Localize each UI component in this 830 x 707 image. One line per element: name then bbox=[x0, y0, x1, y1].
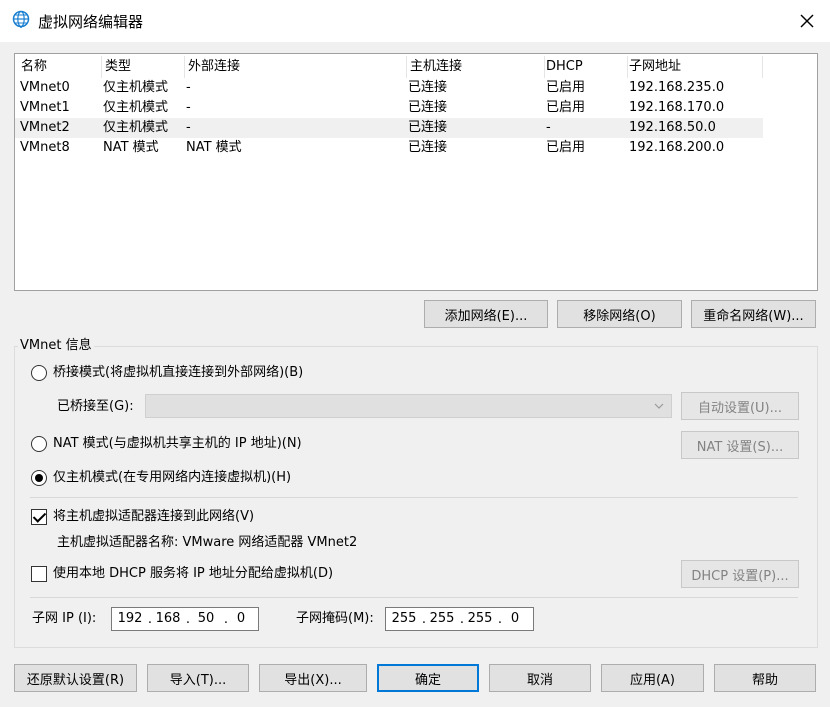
dhcp-checkbox[interactable] bbox=[31, 566, 47, 582]
close-button[interactable] bbox=[784, 0, 830, 42]
apply-button[interactable]: 应用(A) bbox=[601, 664, 704, 692]
column-header-dhcp[interactable]: DHCP bbox=[545, 56, 628, 78]
separator bbox=[30, 597, 798, 598]
cell-type: 仅主机模式 bbox=[103, 100, 169, 115]
cell-dhcp: 已启用 bbox=[546, 100, 586, 115]
ip-dot: . bbox=[147, 612, 153, 627]
subnet-mask-octet-1[interactable]: 255 bbox=[390, 608, 418, 630]
column-header-type[interactable]: 类型 bbox=[102, 56, 185, 78]
nat-mode-radio[interactable] bbox=[31, 436, 47, 452]
globe-icon bbox=[12, 10, 30, 28]
subnet-ip-octet-4[interactable]: 0 bbox=[227, 608, 255, 630]
bridged-to-select[interactable] bbox=[145, 394, 672, 418]
nat-mode-label[interactable]: NAT 模式(与虚拟机共享主机的 IP 地址)(N) bbox=[53, 435, 302, 453]
title-bar: 虚拟网络编辑器 bbox=[0, 0, 830, 42]
cell-name: VMnet8 bbox=[20, 140, 70, 155]
cell-type: 仅主机模式 bbox=[103, 80, 169, 95]
cell-external: NAT 模式 bbox=[186, 140, 242, 155]
cell-name: VMnet0 bbox=[20, 80, 70, 95]
ok-button[interactable]: 确定 bbox=[377, 664, 479, 692]
cell-name: VMnet2 bbox=[20, 120, 70, 135]
subnet-mask-input[interactable]: 255 . 255 . 255 . 0 bbox=[385, 607, 534, 631]
adapter-name-text: 主机虚拟适配器名称: VMware 网络适配器 VMnet2 bbox=[57, 535, 358, 550]
subnet-mask-octet-3[interactable]: 255 bbox=[466, 608, 494, 630]
nat-settings-button[interactable]: NAT 设置(S)... bbox=[681, 431, 799, 459]
column-header-external[interactable]: 外部连接 bbox=[185, 56, 407, 78]
dhcp-label[interactable]: 使用本地 DHCP 服务将 IP 地址分配给虚拟机(D) bbox=[53, 565, 333, 583]
rename-network-button[interactable]: 重命名网络(W)... bbox=[691, 300, 816, 328]
close-icon bbox=[800, 14, 814, 28]
auto-settings-button[interactable]: 自动设置(U)... bbox=[681, 392, 799, 420]
cell-host: 已连接 bbox=[408, 80, 448, 95]
column-header-name[interactable]: 名称 bbox=[15, 56, 102, 78]
subnet-mask-octet-2[interactable]: 255 bbox=[428, 608, 456, 630]
vmnet-info-title: VMnet 信息 bbox=[18, 338, 94, 354]
cell-external: - bbox=[186, 80, 191, 95]
connect-adapter-label[interactable]: 将主机虚拟适配器连接到此网络(V) bbox=[53, 508, 254, 526]
table-row[interactable]: VMnet8 NAT 模式 NAT 模式 已连接 已启用 192.168.200… bbox=[15, 138, 763, 158]
hostonly-mode-label[interactable]: 仅主机模式(在专用网络内连接虚拟机)(H) bbox=[53, 469, 291, 487]
cancel-button[interactable]: 取消 bbox=[489, 664, 591, 692]
cell-host: 已连接 bbox=[408, 140, 448, 155]
subnet-ip-octet-1[interactable]: 192 bbox=[116, 608, 144, 630]
bridged-mode-label[interactable]: 桥接模式(将虚拟机直接连接到外部网络)(B) bbox=[53, 364, 303, 382]
network-list[interactable]: 名称 类型 外部连接 主机连接 DHCP 子网地址 VMnet0 仅主机模式 -… bbox=[14, 53, 818, 291]
cell-type: 仅主机模式 bbox=[103, 120, 169, 135]
cell-host: 已连接 bbox=[408, 100, 448, 115]
cell-subnet: 192.168.200.0 bbox=[629, 140, 725, 155]
separator bbox=[30, 497, 798, 498]
cell-dhcp: 已启用 bbox=[546, 80, 586, 95]
hostonly-mode-radio[interactable] bbox=[31, 470, 47, 486]
cell-subnet: 192.168.235.0 bbox=[629, 80, 725, 95]
dhcp-settings-button[interactable]: DHCP 设置(P)... bbox=[681, 560, 799, 588]
cell-type: NAT 模式 bbox=[103, 140, 159, 155]
cell-external: - bbox=[186, 120, 191, 135]
cell-dhcp: - bbox=[546, 120, 551, 135]
subnet-mask-label: 子网掩码(M): bbox=[296, 611, 374, 626]
table-row[interactable]: VMnet1 仅主机模式 - 已连接 已启用 192.168.170.0 bbox=[15, 98, 763, 118]
cell-external: - bbox=[186, 100, 191, 115]
cell-host: 已连接 bbox=[408, 120, 448, 135]
cell-subnet: 192.168.50.0 bbox=[629, 120, 716, 135]
cell-subnet: 192.168.170.0 bbox=[629, 100, 725, 115]
table-row[interactable]: VMnet0 仅主机模式 - 已连接 已启用 192.168.235.0 bbox=[15, 78, 763, 98]
subnet-ip-octet-3[interactable]: 50 bbox=[192, 608, 220, 630]
subnet-mask-octet-4[interactable]: 0 bbox=[501, 608, 529, 630]
connect-adapter-checkbox[interactable] bbox=[31, 509, 47, 525]
cell-dhcp: 已启用 bbox=[546, 140, 586, 155]
subnet-ip-label: 子网 IP (I): bbox=[32, 611, 97, 626]
subnet-ip-input[interactable]: 192 . 168 . 50 . 0 bbox=[111, 607, 259, 631]
subnet-ip-octet-2[interactable]: 168 bbox=[154, 608, 182, 630]
ip-dot: . bbox=[421, 612, 427, 627]
table-row-selected[interactable]: VMnet2 仅主机模式 - 已连接 - 192.168.50.0 bbox=[15, 118, 763, 138]
ip-dot: . bbox=[185, 612, 191, 627]
column-header-host[interactable]: 主机连接 bbox=[407, 56, 545, 78]
bridged-to-label: 已桥接至(G): bbox=[57, 399, 134, 414]
import-button[interactable]: 导入(T)... bbox=[147, 664, 249, 692]
chevron-down-icon bbox=[654, 403, 664, 409]
help-button[interactable]: 帮助 bbox=[714, 664, 816, 692]
ip-dot: . bbox=[459, 612, 465, 627]
remove-network-button[interactable]: 移除网络(O) bbox=[557, 300, 682, 328]
window-title: 虚拟网络编辑器 bbox=[38, 13, 144, 31]
restore-defaults-button[interactable]: 还原默认设置(R) bbox=[14, 664, 137, 692]
column-header-subnet[interactable]: 子网地址 bbox=[628, 56, 763, 78]
cell-name: VMnet1 bbox=[20, 100, 70, 115]
add-network-button[interactable]: 添加网络(E)... bbox=[424, 300, 548, 328]
list-header: 名称 类型 外部连接 主机连接 DHCP 子网地址 bbox=[15, 56, 763, 78]
export-button[interactable]: 导出(X)... bbox=[259, 664, 367, 692]
bridged-mode-radio[interactable] bbox=[31, 365, 47, 381]
